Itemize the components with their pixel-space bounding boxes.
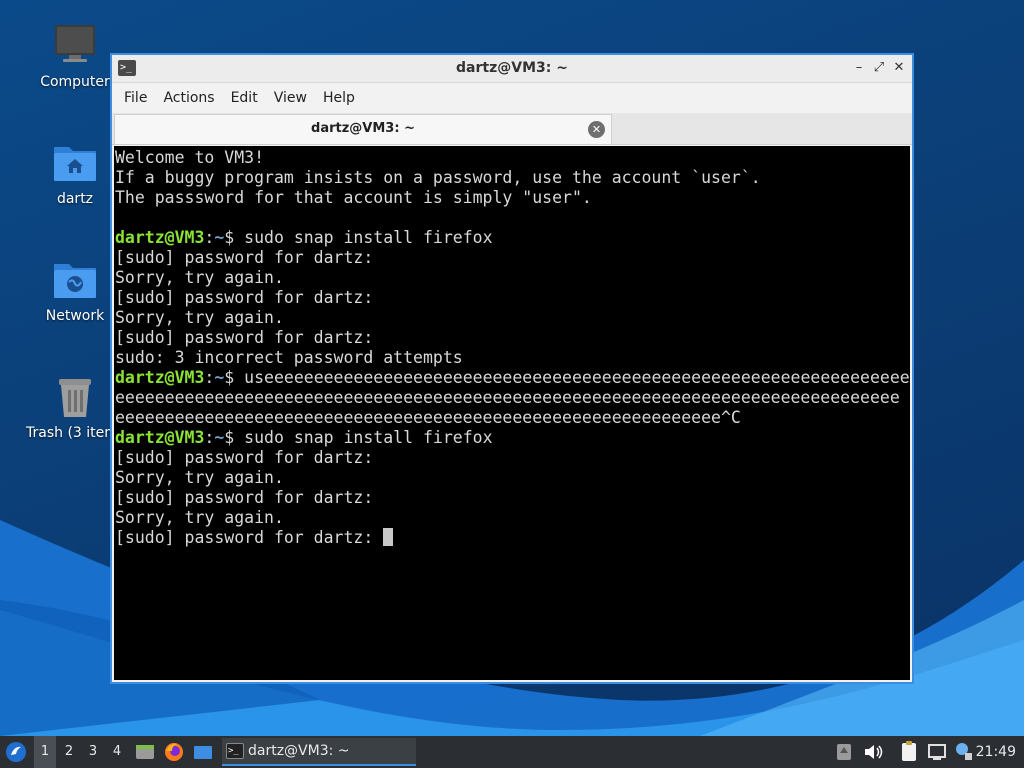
prompt-user: dartz@VM3 [115,228,205,247]
terminal-line-text: Sorry, try again. [115,508,284,527]
trash-icon [51,373,99,421]
maximize-button[interactable]: ⤢ [870,59,888,77]
terminal-line-text: [sudo] password for dartz: [115,528,384,547]
battery-icon[interactable] [952,736,974,768]
terminal-output[interactable]: Welcome to VM3! If a buggy program insist… [114,146,910,680]
terminal-line: [sudo] password for dartz: [115,328,909,348]
file-manager-icon[interactable] [134,736,156,768]
terminal-line-text: Sorry, try again. [115,308,284,327]
terminal-line: The passsword for that account is simply… [115,188,909,208]
terminal-line: dartz@VM3:~$ useeeeeeeeeeeeeeeeeeeeeeeee… [115,368,910,388]
task-label: dartz@VM3: ~ [248,743,350,759]
terminal-line: [sudo] password for dartz: [115,448,909,468]
terminal-icon: >_ [226,743,244,759]
prompt-path: ~ [214,368,225,387]
terminal-line-text: Sorry, try again. [115,268,284,287]
close-button[interactable]: ✕ [890,59,908,77]
volume-icon[interactable] [862,736,884,768]
workspace-4[interactable]: 4 [106,736,128,768]
terminal-line-text: The passsword for that account is simply… [115,188,592,207]
prompt-user: dartz@VM3 [115,368,205,387]
taskbar-task-terminal[interactable]: >_ dartz@VM3: ~ [222,738,416,766]
tab-label: dartz@VM3: ~ [311,121,415,136]
menu-actions[interactable]: Actions [155,83,222,113]
prompt-separator: : [204,368,215,387]
firefox-icon[interactable] [163,736,185,768]
terminal-window[interactable]: >_ dartz@VM3: ~ – ⤢ ✕ File Actions Edit Vie… [110,53,914,684]
prompt-path: ~ [214,228,225,247]
terminal-line: Sorry, try again. [115,508,909,528]
menu-help[interactable]: Help [315,83,363,113]
prompt-path: ~ [214,428,225,447]
menu-view[interactable]: View [266,83,315,113]
terminal-cursor [383,528,394,546]
prompt-user: dartz@VM3 [115,428,205,447]
minimize-button[interactable]: – [850,59,868,77]
workspace-2[interactable]: 2 [58,736,80,768]
terminal-line-text: [sudo] password for dartz: [115,328,374,347]
terminal-line: [sudo] password for dartz: [115,488,909,508]
terminal-line-text: sudo: 3 incorrect password attempts [115,348,463,367]
workspace-1[interactable]: 1 [34,736,56,768]
terminal-line: sudo: 3 incorrect password attempts [115,348,909,368]
clock[interactable]: 21:49 [976,736,1016,768]
terminal-line-text: Sorry, try again. [115,468,284,487]
clipboard-icon[interactable] [898,736,920,768]
terminal-line: eeeeeeeeeeeeeeeeeeeeeeeeeeeeeeeeeeeeeeee… [115,408,909,428]
network-icon[interactable] [926,736,948,768]
terminal-line-text: eeeeeeeeeeeeeeeeeeeeeeeeeeeeeeeeeeeeeeee… [115,388,900,407]
terminal-line: If a buggy program insists on a password… [115,168,909,188]
terminal-line: [sudo] password for dartz: [115,248,909,268]
terminal-line: Sorry, try again. [115,268,909,288]
terminal-line: [sudo] password for dartz: [115,528,909,548]
terminal-line: dartz@VM3:~$ sudo snap install firefox [115,428,909,448]
terminal-line-text: Welcome to VM3! [115,148,265,167]
terminal-line-text: [sudo] password for dartz: [115,448,374,467]
computer-icon [51,22,99,70]
terminal-line: dartz@VM3:~$ sudo snap install firefox [115,228,909,248]
tab-bar: dartz@VM3: ~ ✕ [112,113,912,145]
menu-file[interactable]: File [116,83,155,113]
terminal-line: Sorry, try again. [115,468,909,488]
menu-bar: File Actions Edit View Help [112,83,912,113]
network-folder-icon [51,256,99,304]
prompt-dollar: $ [224,228,245,247]
terminal-line-text: [sudo] password for dartz: [115,248,374,267]
menu-edit[interactable]: Edit [223,83,266,113]
terminal-line-text: useeeeeeeeeeeeeeeeeeeeeeeeeeeeeeeeeeeeee… [244,368,910,387]
window-titlebar[interactable]: >_ dartz@VM3: ~ – ⤢ ✕ [112,55,912,83]
tab-close-button[interactable]: ✕ [588,121,605,138]
terminal-line: [sudo] password for dartz: [115,288,909,308]
terminal-line: eeeeeeeeeeeeeeeeeeeeeeeeeeeeeeeeeeeeeeee… [115,388,909,408]
terminal-line-text: eeeeeeeeeeeeeeeeeeeeeeeeeeeeeeeeeeeeeeee… [115,408,741,427]
terminal-line-text: [sudo] password for dartz: [115,488,374,507]
terminal-line: Sorry, try again. [115,308,909,328]
taskbar: 1 2 3 4 >_ dartz@VM3: ~ 21:49 [0,736,1024,768]
lubuntu-logo-icon[interactable] [4,736,28,768]
workspace-3[interactable]: 3 [82,736,104,768]
terminal-line-text: If a buggy program insists on a password… [115,168,761,187]
prompt-separator: : [204,428,215,447]
terminal-line-text: sudo snap install firefox [244,228,493,247]
prompt-separator: : [204,228,215,247]
home-folder-icon [51,139,99,187]
tab-terminal[interactable]: dartz@VM3: ~ ✕ [114,114,612,144]
window-title: dartz@VM3: ~ [456,60,568,76]
prompt-dollar: $ [224,428,245,447]
prompt-dollar: $ [224,368,245,387]
terminal-line-text: sudo snap install firefox [244,428,493,447]
show-desktop-icon[interactable] [192,736,214,768]
update-notifier-icon[interactable] [834,736,854,768]
terminal-line: Welcome to VM3! [115,148,909,168]
terminal-line-text: [sudo] password for dartz: [115,288,374,307]
